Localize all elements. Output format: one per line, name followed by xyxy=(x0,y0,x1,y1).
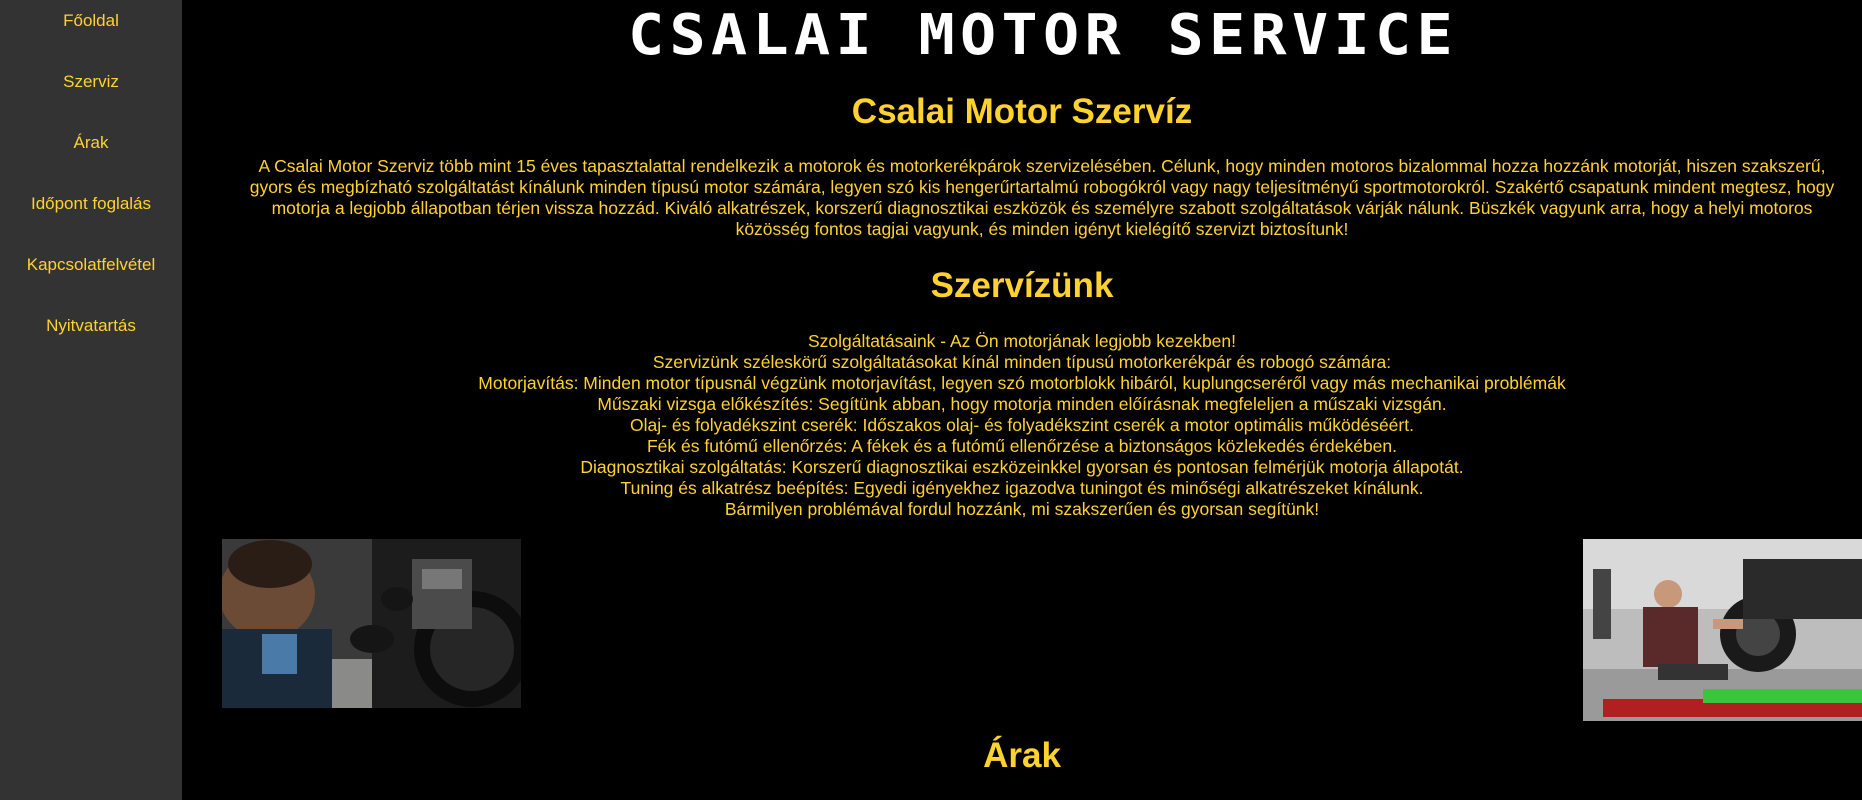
main-content: CSALAI MOTOR SERVICE Csalai Motor Szerví… xyxy=(182,0,1862,800)
sidebar-menu: Főoldal Szerviz Árak Időpont foglalás Ka… xyxy=(0,0,182,372)
services-line: Szolgáltatásaink - Az Ön motorjának legj… xyxy=(807,331,1237,351)
services-line: Tuning és alkatrész beépítés: Egyedi igé… xyxy=(620,478,1424,498)
intro-line: gyors és megbízható szolgáltatást kínálu… xyxy=(249,177,1835,197)
intro-line: A Csalai Motor Szerviz több mint 15 éves… xyxy=(258,156,1826,176)
nav-link-arak[interactable]: Árak xyxy=(0,128,182,158)
sidebar-item-szerviz: Szerviz xyxy=(0,67,182,128)
prices-heading: Árak xyxy=(983,736,1061,775)
nav-link-idopont-foglalas[interactable]: Időpont foglalás xyxy=(0,189,182,219)
logo-text: CSALAI MOTOR SERVICE xyxy=(628,4,1458,64)
mechanic-photo-left xyxy=(222,539,521,708)
services-line: Olaj- és folyadékszint cserék: Időszakos… xyxy=(630,415,1414,435)
sidebar-item-idopont: Időpont foglalás xyxy=(0,189,182,250)
services-heading: Szervízünk xyxy=(930,266,1114,305)
intro-line: motorja a legjobb állapotban térjen viss… xyxy=(271,198,1813,218)
sidebar-item-arak: Árak xyxy=(0,128,182,189)
sidebar: Főoldal Szerviz Árak Időpont foglalás Ka… xyxy=(0,0,182,800)
services-line: Motorjavítás: Minden motor típusnál végz… xyxy=(478,373,1566,393)
sidebar-item-fooldal: Főoldal xyxy=(0,6,182,67)
site-logo: CSALAI MOTOR SERVICE xyxy=(623,3,1463,68)
intro-line: közösség fontos tagjai vagyunk, és minde… xyxy=(735,219,1349,239)
services-line: Fék és futómű ellenőrzés: A fékek és a f… xyxy=(646,436,1398,456)
sidebar-item-kapcsolat: Kapcsolatfelvétel xyxy=(0,250,182,311)
intro-paragraph: A Csalai Motor Szerviz több mint 15 éves… xyxy=(222,156,1862,240)
page-title: Csalai Motor Szervíz xyxy=(851,92,1193,131)
mechanic-photo-right xyxy=(1583,539,1862,721)
services-line: Műszaki vizsga előkészítés: Segítünk abb… xyxy=(597,394,1447,414)
services-line: Bármilyen problémával fordul hozzánk, mi… xyxy=(724,499,1320,519)
nav-link-fooldal[interactable]: Főoldal xyxy=(0,6,182,36)
services-line: Diagnosztikai szolgáltatás: Korszerű dia… xyxy=(580,457,1464,477)
nav-link-kapcsolatfelvetel[interactable]: Kapcsolatfelvétel xyxy=(0,250,182,280)
services-list: Szolgáltatásaink - Az Ön motorjának legj… xyxy=(182,331,1862,520)
sidebar-item-nyitvatartas: Nyitvatartás xyxy=(0,311,182,372)
nav-link-nyitvatartas[interactable]: Nyitvatartás xyxy=(0,311,182,341)
services-line: Szervizünk széleskörű szolgáltatásokat k… xyxy=(652,352,1392,372)
nav-link-szerviz[interactable]: Szerviz xyxy=(0,67,182,97)
